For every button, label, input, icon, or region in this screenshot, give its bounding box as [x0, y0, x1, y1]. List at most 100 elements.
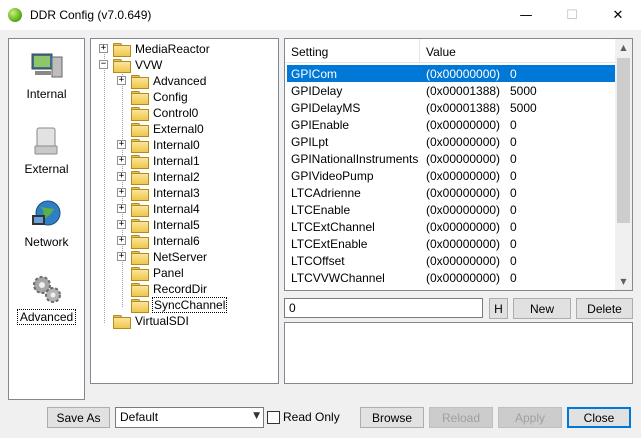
- reload-button[interactable]: Reload: [429, 407, 493, 428]
- close-window-button[interactable]: ✕: [595, 0, 641, 30]
- expand-icon[interactable]: +: [117, 172, 126, 181]
- read-only-checkbox[interactable]: [267, 410, 280, 424]
- setting-hex-cell: (0x00000000): [426, 202, 501, 217]
- folder-icon: [131, 266, 149, 281]
- tree-item[interactable]: Panel: [131, 265, 185, 281]
- setting-hex-cell: (0x00000000): [426, 253, 501, 268]
- setting-hex-cell: (0x00000000): [426, 117, 501, 132]
- value-input[interactable]: 0: [284, 298, 483, 318]
- nav-item-external[interactable]: External: [9, 120, 84, 190]
- network-globe-icon: [30, 199, 64, 231]
- tree-item[interactable]: + Internal5: [117, 217, 201, 233]
- table-row[interactable]: LTCVVWChannel (0x00000000) 0: [287, 269, 615, 286]
- table-row[interactable]: LTCExtChannel (0x00000000) 0: [287, 218, 615, 235]
- settings-grid[interactable]: Setting Value GPICom (0x00000000) 0 GPIDela…: [284, 38, 633, 291]
- save-as-button[interactable]: Save As: [47, 407, 110, 428]
- tree-item[interactable]: + Internal3: [117, 185, 201, 201]
- collapse-icon[interactable]: −: [99, 60, 108, 69]
- folder-icon: [131, 106, 149, 121]
- table-row[interactable]: GPIEnable (0x00000000) 0: [287, 116, 615, 133]
- title-bar: DDR Config (v7.0.649) — ☐ ✕: [0, 0, 641, 30]
- column-header-setting[interactable]: Setting: [291, 45, 328, 59]
- expand-icon[interactable]: +: [117, 156, 126, 165]
- setting-name-cell: LTCExtEnable: [291, 236, 368, 251]
- table-row[interactable]: LTCExtEnable (0x00000000) 0: [287, 235, 615, 252]
- table-row[interactable]: LTCEnable (0x00000000) 0: [287, 201, 615, 218]
- new-button[interactable]: New: [513, 298, 571, 319]
- setting-hex-cell: (0x00000000): [426, 219, 501, 234]
- setting-name-cell: LTCEnable: [291, 202, 351, 217]
- expand-icon[interactable]: +: [117, 236, 126, 245]
- expand-icon[interactable]: +: [117, 252, 126, 261]
- tree-item[interactable]: + NetServer: [117, 249, 208, 265]
- tree-item[interactable]: + Internal0: [117, 137, 201, 153]
- registry-tree[interactable]: + MediaReactor − VVW + Advanced Config C…: [90, 38, 279, 384]
- window-title: DDR Config (v7.0.649): [30, 8, 152, 22]
- setting-value-cell: 0: [510, 253, 517, 268]
- read-only-checkbox-row[interactable]: Read Only: [267, 410, 340, 424]
- tree-item[interactable]: VirtualSDI: [113, 313, 190, 329]
- setting-value-cell: -1: [510, 288, 521, 291]
- tree-item[interactable]: + MediaReactor: [99, 41, 211, 57]
- folder-icon: [131, 234, 149, 249]
- expand-icon[interactable]: +: [99, 44, 108, 53]
- tree-item[interactable]: + Internal4: [117, 201, 201, 217]
- hex-button[interactable]: H: [489, 298, 508, 319]
- setting-hex-cell: (0x00001388): [426, 100, 501, 115]
- table-row[interactable]: LTCVVWDevice (0xFFFFFFFF) -1: [287, 286, 615, 291]
- nav-item-advanced[interactable]: Advanced: [9, 267, 84, 337]
- setting-hex-cell: (0xFFFFFFFF): [426, 288, 505, 291]
- tree-item[interactable]: + Internal1: [117, 153, 201, 169]
- tree-item[interactable]: RecordDir: [131, 281, 208, 297]
- close-button[interactable]: Close: [567, 407, 631, 428]
- expand-icon[interactable]: +: [117, 204, 126, 213]
- apply-button[interactable]: Apply: [498, 407, 562, 428]
- table-row[interactable]: GPILpt (0x00000000) 0: [287, 133, 615, 150]
- expand-icon[interactable]: +: [117, 140, 126, 149]
- setting-value-cell: 0: [510, 236, 517, 251]
- setting-value-cell: 0: [510, 219, 517, 234]
- setting-value-cell: 0: [510, 168, 517, 183]
- scroll-up-icon[interactable]: ▲: [615, 39, 632, 56]
- setting-name-cell: GPILpt: [291, 134, 329, 149]
- expand-icon[interactable]: +: [117, 188, 126, 197]
- setting-name-cell: GPIDelay: [291, 83, 343, 98]
- table-row[interactable]: GPIDelayMS (0x00001388) 5000: [287, 99, 615, 116]
- nav-item-internal[interactable]: Internal: [9, 45, 84, 115]
- expand-icon[interactable]: +: [117, 76, 126, 85]
- table-row[interactable]: LTCAdrienne (0x00000000) 0: [287, 184, 615, 201]
- folder-icon: [131, 186, 149, 201]
- tree-item-selected[interactable]: SyncChannel: [131, 297, 228, 313]
- column-header-value[interactable]: Value: [426, 45, 456, 59]
- gears-icon: [30, 273, 64, 305]
- scroll-down-icon[interactable]: ▼: [615, 273, 632, 290]
- setting-hex-cell: (0x00001388): [426, 83, 501, 98]
- expand-icon[interactable]: +: [117, 220, 126, 229]
- table-row[interactable]: LTCOffset (0x00000000) 0: [287, 252, 615, 269]
- description-memo[interactable]: [284, 322, 633, 384]
- setting-hex-cell: (0x00000000): [426, 236, 501, 251]
- table-row[interactable]: GPINationalInstruments (0x00000000) 0: [287, 150, 615, 167]
- scroll-thumb[interactable]: [617, 58, 630, 223]
- tree-item[interactable]: + Advanced: [117, 73, 207, 89]
- minimize-button[interactable]: —: [503, 0, 549, 30]
- table-row[interactable]: GPIDelay (0x00001388) 5000: [287, 82, 615, 99]
- tree-item[interactable]: + Internal2: [117, 169, 201, 185]
- tree-item[interactable]: + Internal6: [117, 233, 201, 249]
- tree-item[interactable]: Control0: [131, 105, 199, 121]
- folder-icon: [131, 298, 149, 313]
- tree-item[interactable]: Config: [131, 89, 189, 105]
- setting-name-cell: GPIVideoPump: [291, 168, 374, 183]
- table-row[interactable]: GPICom (0x00000000) 0: [287, 65, 615, 82]
- nav-label-external: External: [24, 162, 69, 176]
- nav-item-network[interactable]: Network: [9, 193, 84, 263]
- nav-label-internal: Internal: [26, 87, 67, 101]
- browse-button[interactable]: Browse: [360, 407, 424, 428]
- grid-scrollbar[interactable]: ▲ ▼: [615, 39, 632, 290]
- profile-select[interactable]: Default ▼: [115, 407, 264, 428]
- folder-icon: [131, 154, 149, 169]
- table-row[interactable]: GPIVideoPump (0x00000000) 0: [287, 167, 615, 184]
- tree-item[interactable]: External0: [131, 121, 205, 137]
- tree-item[interactable]: − VVW: [99, 57, 163, 73]
- delete-button[interactable]: Delete: [576, 298, 633, 319]
